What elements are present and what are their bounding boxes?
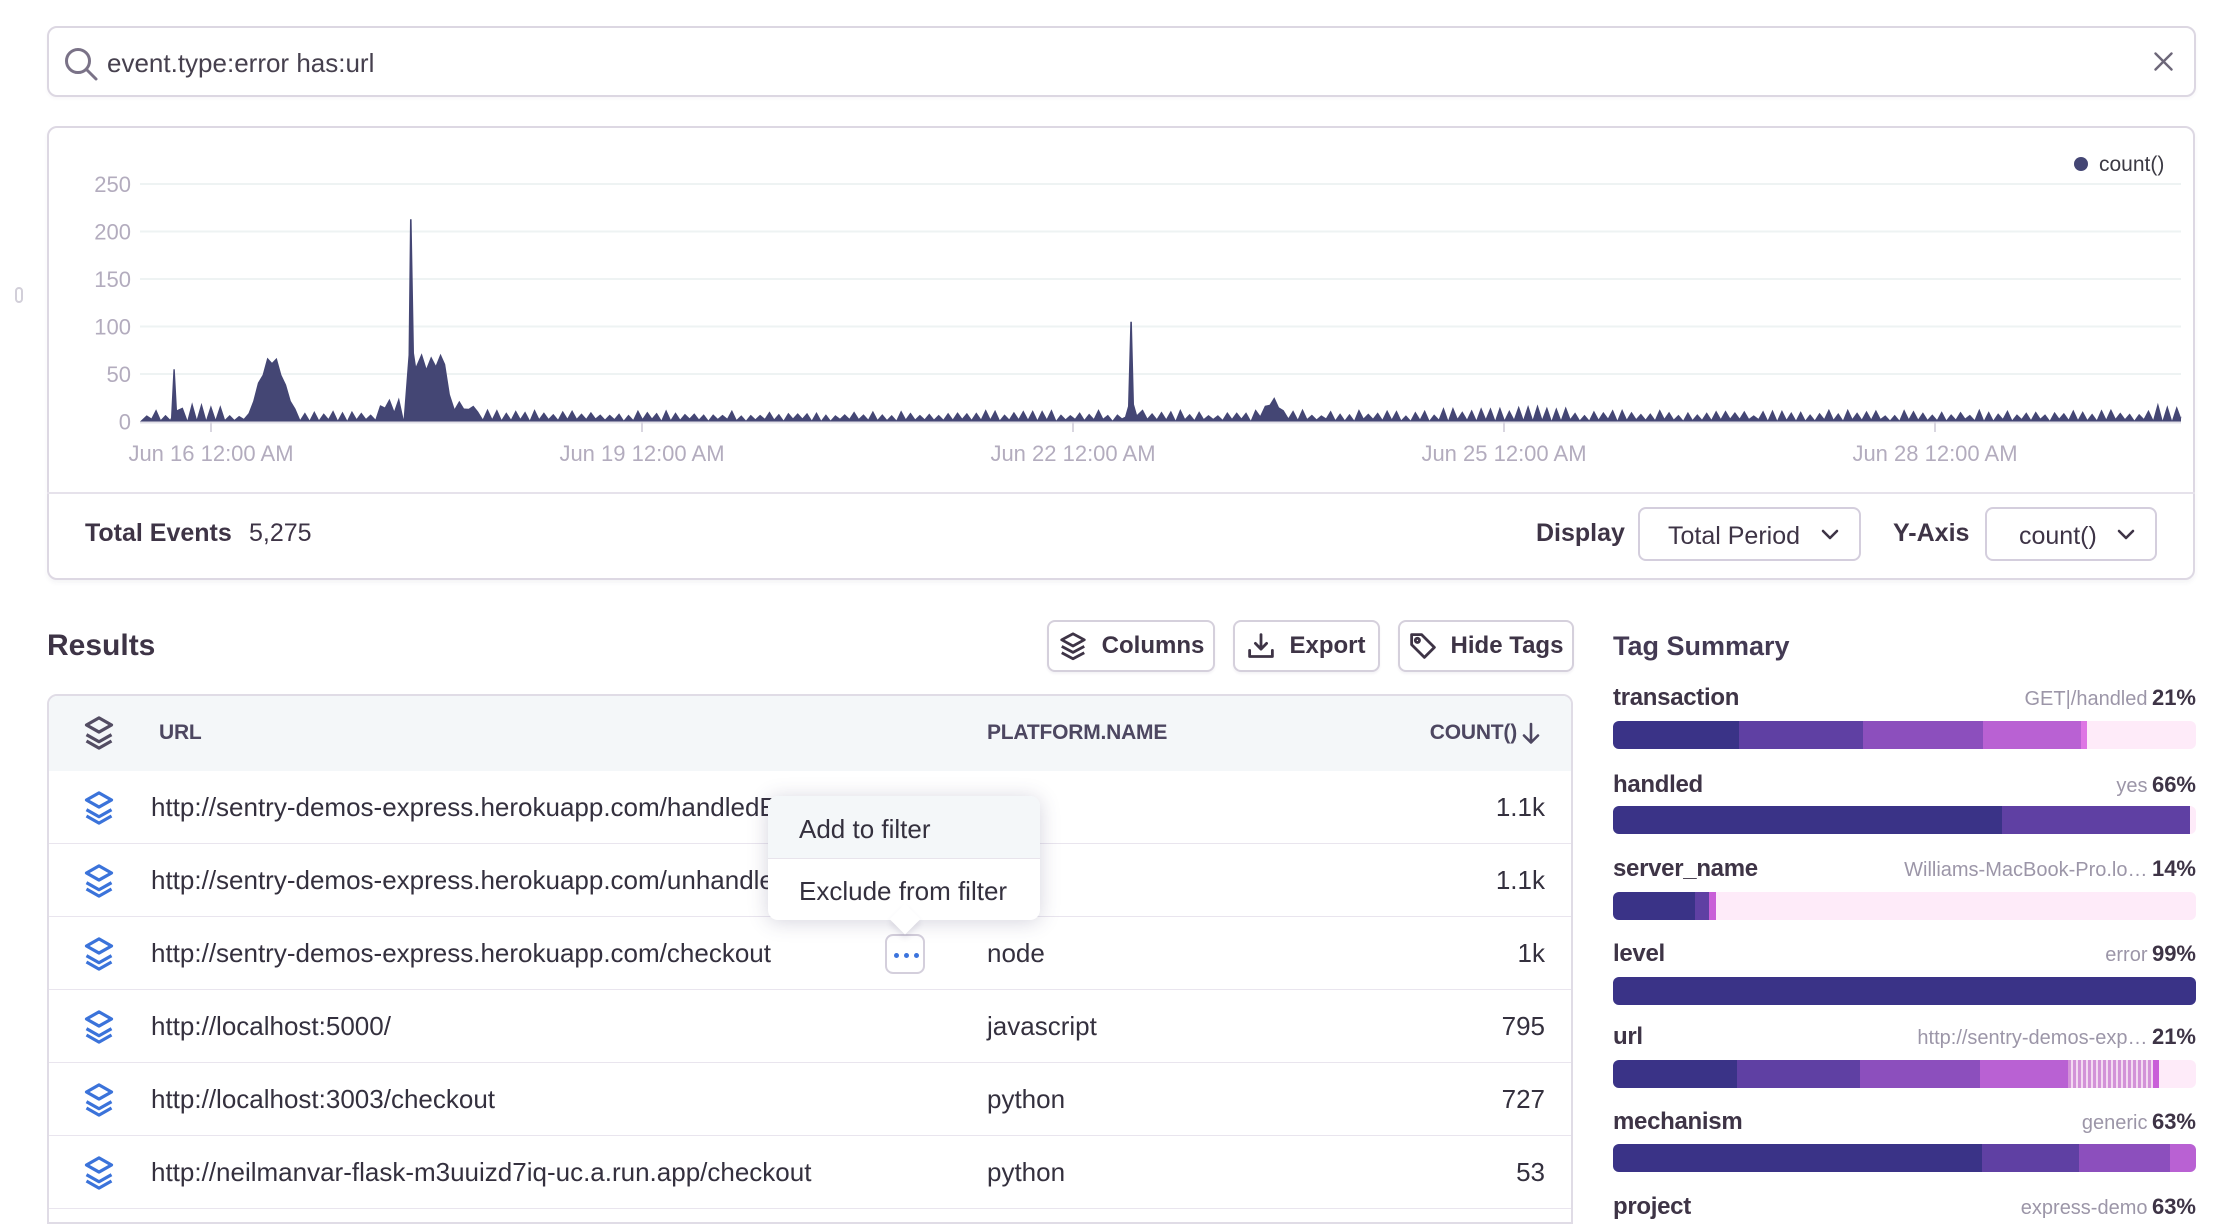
svg-text:Jun 22 12:00 AM: Jun 22 12:00 AM [990, 441, 1155, 466]
svg-text:150: 150 [94, 267, 131, 292]
svg-text:Jun 16 12:00 AM: Jun 16 12:00 AM [128, 441, 293, 466]
svg-text:100: 100 [94, 315, 131, 340]
svg-text:Jun 19 12:00 AM: Jun 19 12:00 AM [559, 441, 724, 466]
svg-text:250: 250 [94, 172, 131, 197]
svg-text:Jun 25 12:00 AM: Jun 25 12:00 AM [1421, 441, 1586, 466]
svg-text:0: 0 [119, 410, 131, 435]
svg-text:200: 200 [94, 220, 131, 245]
svg-text:Jun 28 12:00 AM: Jun 28 12:00 AM [1852, 441, 2017, 466]
svg-text:count(): count() [2099, 153, 2164, 176]
svg-text:50: 50 [107, 362, 131, 387]
